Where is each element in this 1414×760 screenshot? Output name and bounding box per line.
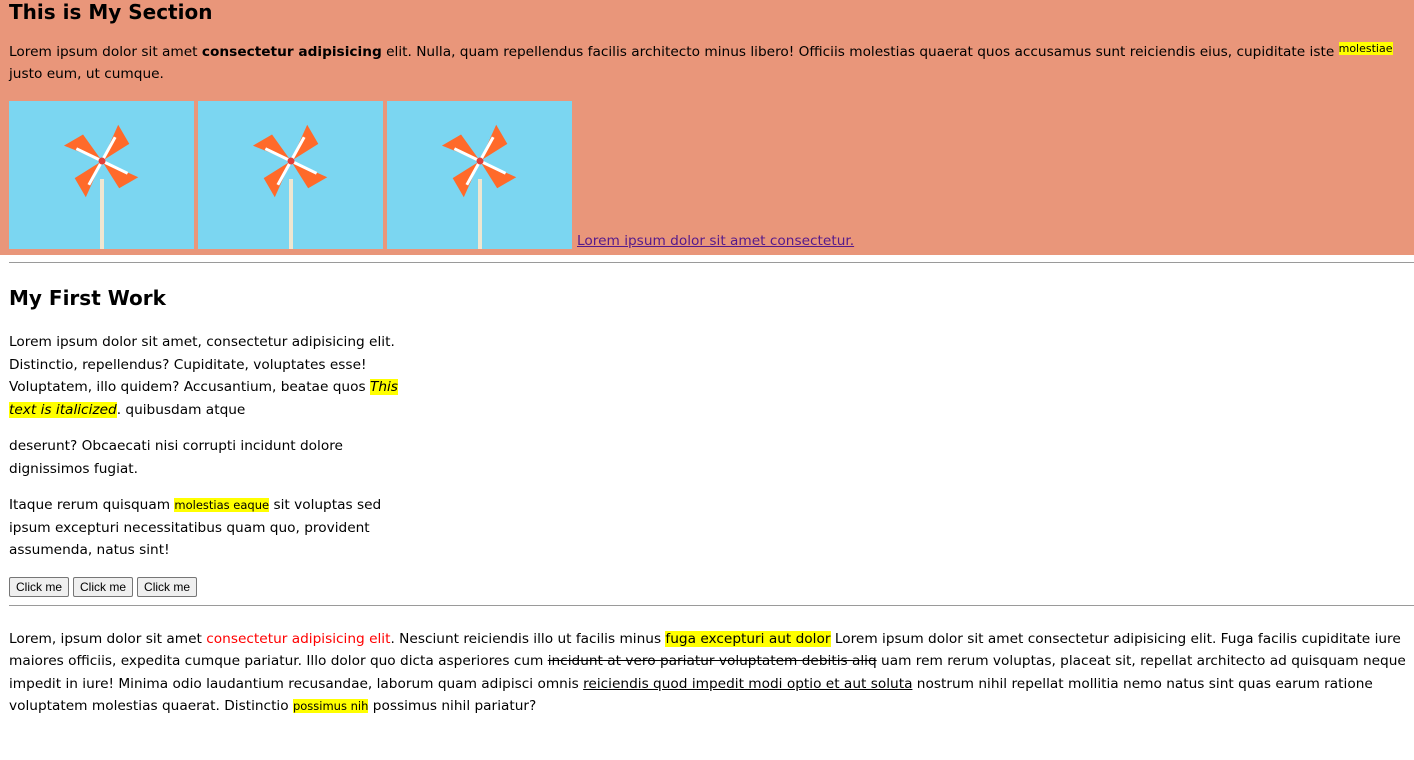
red-text: consectetur adipisicing elit [206,630,391,647]
bottom-paragraph: Lorem, ipsum dolor sit amet consectetur … [9,628,1414,718]
highlight-text-small: possimus nih [292,699,369,713]
section-text-start: Lorem ipsum dolor sit amet [9,44,202,60]
section-paragraph: Lorem ipsum dolor sit amet consectetur a… [9,38,1414,85]
work-highlight-text: molestias eaque [174,498,270,512]
work-text: Lorem ipsum dolor sit amet, consectetur … [9,334,395,395]
strikethrough-text: incidunt at vero pariatur voluptatem deb… [547,653,877,669]
highlight-text: fuga excepturi aut dolor [665,630,831,647]
pinwheel-image [198,101,383,249]
underlined-text: reiciendis quod impedit modi optio et au… [583,675,913,692]
work-paragraph-1: Lorem ipsum dolor sit amet, consectetur … [9,331,424,421]
section-link[interactable]: Lorem ipsum dolor sit amet consectetur. [577,233,854,249]
work-text: Itaque rerum quisquam [9,497,175,513]
bottom-section: Lorem, ipsum dolor sit amet consectetur … [0,628,1414,718]
work-paragraph-2: deserunt? Obcaecati nisi corrupti incidu… [9,438,343,477]
section-text-end: justo eum, ut cumque. [9,66,164,82]
divider [9,604,1414,606]
section-highlight-text: molestiae [1338,42,1393,55]
work-paragraph-3: Itaque rerum quisquam molestias eaque si… [9,494,424,562]
click-me-button-1[interactable]: Click me [9,576,70,597]
click-me-button-3[interactable]: Click me [137,576,198,597]
section-bold-text: consectetur adipisicing [201,44,382,60]
work-title: My First Work [9,286,166,310]
button-row: Click me Click me Click me [9,576,1414,597]
section-text-middle: elit. Nulla, quam repellendus facilis ar… [381,44,1339,60]
my-section: This is My Section Lorem ipsum dolor sit… [0,0,1414,255]
first-work-section: My First Work Lorem ipsum dolor sit amet… [0,284,1414,597]
section-title: This is My Section [9,0,213,24]
pinwheel-image [9,101,194,249]
bottom-text: Lorem, ipsum dolor sit amet [9,630,207,647]
image-row: Lorem ipsum dolor sit amet consectetur. [9,101,1414,249]
page: This is My Section Lorem ipsum dolor sit… [0,0,1414,760]
bottom-text: possimus nihil pariatur? [368,698,537,714]
work-text: . quibusdam atque [116,401,246,418]
pinwheel-image [387,101,572,249]
divider [9,262,1414,263]
click-me-button-2[interactable]: Click me [73,576,134,597]
bottom-text: . Nesciunt reiciendis illo ut facilis mi… [390,630,666,647]
